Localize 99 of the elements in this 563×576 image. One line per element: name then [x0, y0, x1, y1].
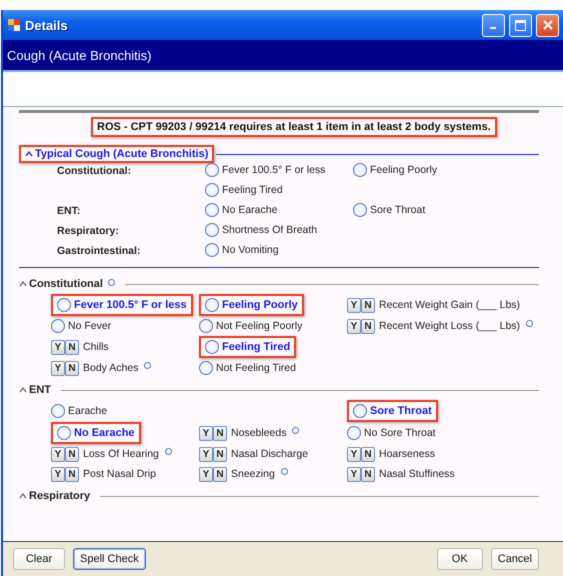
no-button[interactable]: N — [65, 466, 79, 482]
radio-icon — [205, 298, 219, 312]
radio-icon — [205, 163, 219, 177]
note-icon[interactable] — [144, 362, 152, 368]
radio-icon — [57, 426, 71, 440]
notice-text: ROS - CPT 99203 / 99214 requires at least 1 item in at least 2 body systems. — [97, 121, 491, 133]
radio-option[interactable]: Shortness Of Breath — [205, 223, 318, 237]
yes-button[interactable]: Y — [51, 360, 65, 376]
yes-button[interactable]: Y — [199, 446, 213, 462]
symptom-label: Loss Of Hearing — [83, 448, 159, 460]
yes-button[interactable]: Y — [199, 426, 213, 440]
radio-option[interactable]: Fever 100.5° F or less — [57, 298, 187, 312]
window-title: Details — [25, 18, 69, 32]
radio-icon — [353, 404, 367, 418]
close-button[interactable] — [536, 14, 559, 36]
radio-icon — [199, 361, 213, 375]
yes-button[interactable]: Y — [347, 318, 361, 334]
radio-option[interactable]: Not Feeling Poorly — [199, 319, 302, 333]
radio-icon — [57, 298, 71, 312]
yes-button[interactable]: Y — [347, 466, 361, 482]
radio-icon — [205, 203, 219, 217]
radio-icon — [353, 203, 367, 217]
radio-icon — [51, 319, 65, 333]
close-icon — [542, 20, 552, 30]
no-button[interactable]: N — [213, 466, 227, 482]
no-button[interactable]: N — [213, 446, 227, 462]
radio-icon — [205, 183, 219, 197]
radio-icon — [347, 426, 361, 440]
radio-option[interactable]: Feeling Poorly — [205, 298, 298, 312]
section-title[interactable]: Respiratory — [29, 490, 90, 502]
symptom-label: Nasal Stuffiness — [379, 468, 455, 480]
symptom-label: Post Nasal Drip — [83, 468, 156, 480]
radio-icon — [205, 340, 219, 354]
subtitle: Cough (Acute Bronchitis) — [7, 48, 152, 62]
section-title[interactable]: ENT — [29, 384, 51, 396]
note-icon[interactable] — [292, 426, 300, 434]
radio-option[interactable]: Feeling Poorly — [353, 163, 438, 177]
radio-option[interactable]: Not Feeling Tired — [199, 361, 296, 375]
radio-option[interactable]: Earache — [51, 404, 108, 418]
radio-option[interactable]: No Fever — [51, 319, 112, 333]
section-title[interactable]: Constitutional — [29, 278, 103, 290]
system-label: Respiratory: — [57, 224, 120, 239]
symptom-label: Nosebleeds — [231, 427, 286, 439]
caret-icon[interactable] — [19, 493, 27, 499]
yes-button[interactable]: Y — [51, 466, 65, 482]
no-button[interactable]: N — [361, 466, 375, 482]
radio-option[interactable]: No Earache — [205, 203, 278, 217]
no-button[interactable]: N — [65, 446, 79, 462]
radio-option[interactable]: No Earache — [57, 426, 135, 440]
yes-button[interactable]: Y — [51, 340, 65, 354]
yes-button[interactable]: Y — [347, 446, 361, 462]
radio-option[interactable]: No Vomiting — [205, 243, 279, 257]
dialog-button[interactable]: OK — [436, 548, 483, 570]
radio-option[interactable]: No Sore Throat — [347, 426, 436, 440]
radio-icon — [353, 163, 367, 177]
note-icon[interactable] — [526, 320, 534, 326]
maximize-button[interactable] — [509, 14, 532, 36]
symptom-label: Nasal Discharge — [231, 448, 308, 460]
yes-button[interactable]: Y — [51, 446, 65, 462]
symptom-label: Recent Weight Loss (___ Lbs) — [379, 320, 520, 332]
radio-icon — [205, 243, 219, 257]
symptom-label: Hoarseness — [379, 448, 436, 460]
symptom-label: Body Aches — [83, 362, 138, 374]
minimize-button[interactable] — [482, 14, 505, 36]
dialog-button[interactable]: Spell Check — [73, 548, 146, 570]
yes-button[interactable]: Y — [199, 466, 213, 482]
radio-icon — [205, 223, 219, 237]
note-icon[interactable] — [108, 279, 115, 286]
radio-option[interactable]: Fever 100.5° F or less — [205, 163, 326, 177]
symptom-label: Recent Weight Gain (___ Lbs) — [379, 299, 520, 311]
radio-option[interactable]: Sore Throat — [353, 203, 426, 217]
symptom-label: Chills — [83, 341, 109, 353]
yes-button[interactable]: Y — [347, 298, 361, 312]
no-button[interactable]: N — [65, 360, 79, 376]
system-label: Gastrointestinal: — [57, 244, 142, 259]
no-button[interactable]: N — [361, 298, 375, 312]
radio-icon — [199, 319, 213, 333]
no-button[interactable]: N — [361, 318, 375, 334]
no-button[interactable]: N — [65, 340, 79, 354]
note-icon[interactable] — [164, 448, 172, 454]
symptom-label: Sneezing — [231, 468, 275, 480]
dialog-button[interactable]: Cancel — [490, 548, 539, 570]
radio-icon — [51, 404, 65, 418]
radio-option[interactable]: Feeling Tired — [205, 340, 290, 354]
no-button[interactable]: N — [361, 446, 375, 462]
maximize-icon — [515, 20, 526, 30]
caret-icon[interactable] — [19, 387, 27, 393]
section-title[interactable]: Typical Cough (Acute Bronchitis) — [35, 148, 208, 160]
system-label: Constitutional: — [57, 164, 132, 179]
caret-icon[interactable] — [19, 281, 27, 287]
app-icon — [7, 18, 21, 32]
radio-option[interactable]: Sore Throat — [353, 404, 432, 418]
radio-option[interactable]: Feeling Tired — [205, 183, 283, 197]
caret-icon[interactable] — [25, 151, 33, 157]
system-label: ENT: — [57, 204, 82, 219]
note-icon[interactable] — [280, 468, 288, 474]
note-field[interactable] — [3, 70, 563, 106]
dialog-button[interactable]: Clear — [13, 548, 65, 570]
no-button[interactable]: N — [213, 426, 227, 440]
